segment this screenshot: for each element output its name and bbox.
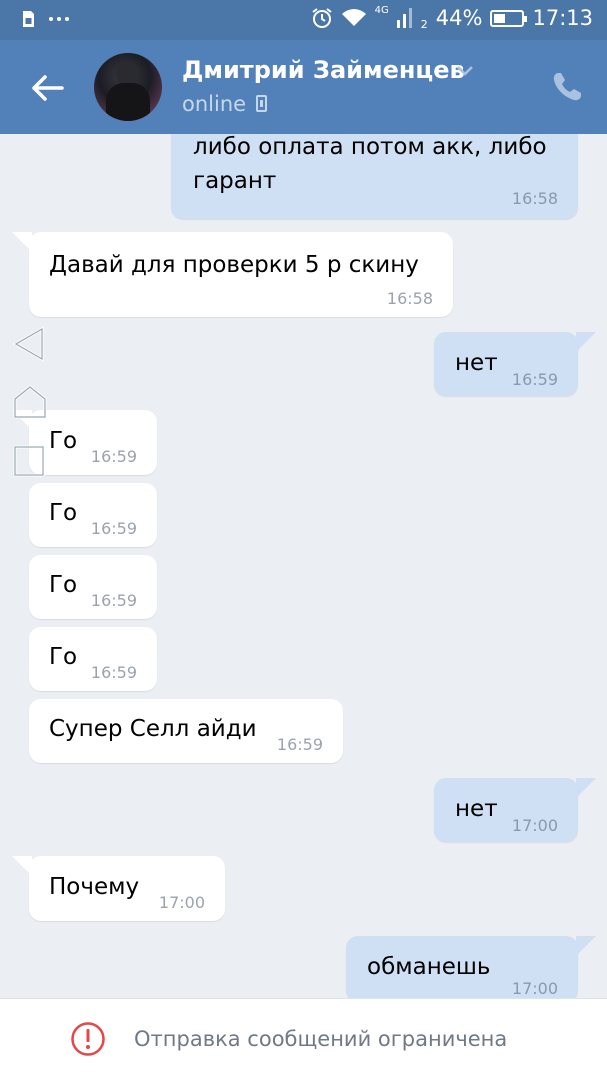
sim-slot: 2 xyxy=(420,17,428,31)
status-right: 4G 2 44% 17:13 xyxy=(311,4,593,31)
message-outgoing[interactable]: либо оплата потом акк, либо гарант 16:58 xyxy=(171,134,578,219)
restriction-notice: Отправка сообщений ограничена xyxy=(134,1027,508,1051)
sim-card-icon xyxy=(23,11,34,27)
message-incoming[interactable]: Го 16:59 xyxy=(29,555,157,619)
network-type: 4G xyxy=(374,4,389,16)
message-text: нет xyxy=(455,350,498,376)
message-incoming[interactable]: Давай для проверки 5 р скину 16:58 xyxy=(29,232,453,317)
message-list[interactable]: либо оплата потом акк, либо гарант 16:58… xyxy=(0,134,607,998)
message-text: Го xyxy=(49,428,78,454)
wifi-icon xyxy=(341,9,366,26)
chat-header: Дмитрий Займенцев online xyxy=(0,40,607,134)
message-time: 17:00 xyxy=(511,979,558,998)
nav-home-icon[interactable] xyxy=(12,384,48,420)
warning-circle-icon xyxy=(71,1022,105,1056)
battery-percent: 44% xyxy=(435,6,483,30)
message-outgoing[interactable]: нет 16:59 xyxy=(434,332,578,396)
nav-recent-icon[interactable] xyxy=(12,444,46,478)
clock: 17:13 xyxy=(532,6,593,30)
message-time: 16:58 xyxy=(511,189,558,208)
message-time: 16:59 xyxy=(90,663,137,682)
nav-back-icon[interactable] xyxy=(12,326,46,362)
message-outgoing[interactable]: нет 17:00 xyxy=(434,778,578,842)
alarm-icon xyxy=(312,8,332,28)
message-text: Давай для проверки 5 р скину xyxy=(49,252,419,278)
message-text: Го xyxy=(49,572,78,598)
chevron-down-icon[interactable] xyxy=(456,64,474,78)
mobile-device-icon xyxy=(256,95,267,112)
message-text: Го xyxy=(49,500,78,526)
message-time: 16:59 xyxy=(276,735,323,754)
more-dots-icon xyxy=(49,17,69,21)
message-time: 17:00 xyxy=(511,816,558,835)
bubble-tail xyxy=(576,332,596,352)
bubble-tail xyxy=(576,936,596,956)
battery-icon xyxy=(490,9,528,27)
status-bar: 4G 2 44% 17:13 xyxy=(0,0,607,40)
presence-status: online xyxy=(182,92,247,116)
signal-icon xyxy=(396,8,412,28)
message-text: Го xyxy=(49,644,78,670)
message-restriction-bar: Отправка сообщений ограничена xyxy=(0,998,607,1080)
avatar[interactable] xyxy=(94,53,162,121)
message-time: 16:59 xyxy=(511,370,558,389)
bubble-tail xyxy=(576,778,596,798)
message-incoming[interactable]: Супер Селл айди 16:59 xyxy=(29,699,343,763)
message-text: обманешь xyxy=(367,954,491,980)
contact-name[interactable]: Дмитрий Займенцев xyxy=(182,56,465,84)
arrow-left-icon[interactable] xyxy=(28,68,68,108)
phone-icon[interactable] xyxy=(550,70,584,104)
message-text: нет xyxy=(455,796,498,822)
status-left xyxy=(18,9,70,29)
message-incoming[interactable]: Го 16:59 xyxy=(29,627,157,691)
message-time: 16:59 xyxy=(90,591,137,610)
message-time: 17:00 xyxy=(158,893,205,912)
message-incoming[interactable]: Го 16:59 xyxy=(29,410,157,475)
message-incoming[interactable]: Почему 17:00 xyxy=(29,856,225,921)
message-time: 16:59 xyxy=(90,447,137,466)
message-time: 16:58 xyxy=(386,289,433,308)
message-text: Супер Селл айди xyxy=(49,716,257,742)
message-text: Почему xyxy=(49,874,140,900)
message-text: либо оплата потом акк, либо гарант xyxy=(193,134,547,194)
message-time: 16:59 xyxy=(90,519,137,538)
message-incoming[interactable]: Го 16:59 xyxy=(29,483,157,547)
message-outgoing[interactable]: обманешь 17:00 xyxy=(346,936,578,998)
